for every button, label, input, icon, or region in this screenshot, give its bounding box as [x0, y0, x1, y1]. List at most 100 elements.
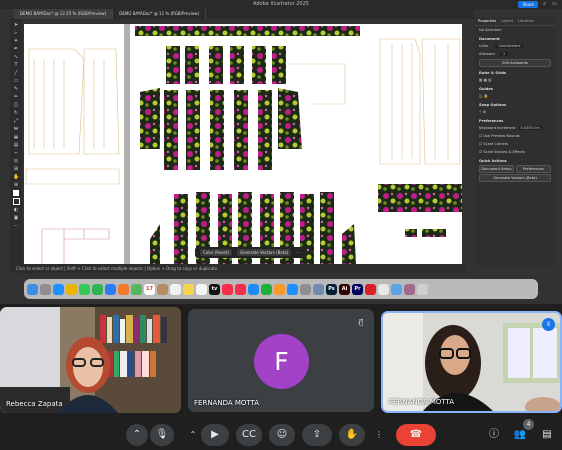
camera-button[interactable]: ▶: [201, 424, 229, 446]
tv-icon[interactable]: tv: [209, 283, 220, 295]
pen-tool-icon[interactable]: ✒: [13, 46, 19, 52]
preview-icon[interactable]: [313, 283, 324, 295]
more-options-vertical-icon[interactable]: ⋮: [372, 424, 386, 446]
participant-tile-3[interactable]: ⦀ FERNANDA MOTTA: [381, 311, 562, 413]
ruler-icon[interactable]: ▦: [479, 78, 482, 82]
eyedropper-tool-icon[interactable]: ⌁: [13, 150, 19, 156]
stroke-swatch-icon[interactable]: [12, 198, 20, 205]
notes-icon[interactable]: [183, 283, 194, 295]
settings-icon[interactable]: [300, 283, 311, 295]
generate-vectors-button[interactable]: Generate Vectors (Beta): [237, 249, 292, 256]
grid-icon[interactable]: ▩: [484, 78, 487, 82]
finder-icon[interactable]: [27, 283, 38, 295]
emoji-reaction-button[interactable]: ☺: [269, 424, 295, 446]
share-button[interactable]: Share: [518, 1, 538, 8]
pencil-tool-icon[interactable]: ✏: [13, 94, 19, 100]
premiere-icon[interactable]: Pr: [352, 283, 363, 295]
calendar-icon[interactable]: 17: [144, 283, 155, 295]
numbers-icon[interactable]: [261, 283, 272, 295]
news-icon[interactable]: [235, 283, 246, 295]
mail-icon[interactable]: [105, 283, 116, 295]
artboard-canvas[interactable]: [24, 24, 462, 264]
launchpad-icon[interactable]: [40, 283, 51, 295]
width-tool-icon[interactable]: ⋈: [13, 126, 19, 132]
edit-artboards-button[interactable]: Edit Artboards: [479, 59, 551, 67]
artboard-select[interactable]: 1: [499, 52, 509, 56]
line-tool-icon[interactable]: ╱: [13, 70, 19, 76]
chrome-icon[interactable]: [66, 283, 77, 295]
selection-tool-icon[interactable]: ➤: [13, 22, 19, 28]
audio-settings-chevron-icon[interactable]: ⌃: [186, 424, 200, 446]
tab-layers[interactable]: Layers: [501, 19, 513, 23]
keyboard-increment-input[interactable]: 0.0353 cm: [518, 126, 542, 130]
type-tool-icon[interactable]: T: [13, 62, 19, 68]
lock-guides-icon[interactable]: 🔒: [484, 94, 488, 98]
blend-tool-icon[interactable]: ◎: [13, 158, 19, 164]
freeform-icon[interactable]: [196, 283, 207, 295]
eraser-tool-icon[interactable]: ◫: [13, 102, 19, 108]
rotate-tool-icon[interactable]: ↻: [13, 110, 19, 116]
document-setup-button[interactable]: Document Setup: [479, 165, 514, 173]
image-thumb-icon[interactable]: [404, 283, 415, 295]
gradient-tool-icon[interactable]: ▤: [13, 142, 19, 148]
present-screen-button[interactable]: ⇪: [302, 424, 332, 446]
facetime-icon[interactable]: [92, 283, 103, 295]
snap-point-icon[interactable]: ⊹: [479, 110, 482, 114]
preferences-button[interactable]: Preferences: [516, 165, 551, 173]
tab-properties[interactable]: Properties: [478, 19, 496, 23]
pixel-grid-icon[interactable]: ▨: [488, 78, 491, 82]
doc-tab-1[interactable]: DEMO BAYADoc* @ 12.25 % (RGB/Preview): [14, 9, 114, 19]
scale-strokes-checkbox[interactable]: ☐ Scale Strokes & Effects: [475, 148, 555, 156]
app-store-icon[interactable]: [287, 283, 298, 295]
messages-icon[interactable]: [79, 283, 90, 295]
photos-icon[interactable]: [118, 283, 129, 295]
music-icon[interactable]: [222, 283, 233, 295]
magic-wand-icon[interactable]: ✦: [13, 38, 19, 44]
fill-swatch-icon[interactable]: [13, 190, 19, 196]
maps-icon[interactable]: [131, 283, 142, 295]
tab-libraries[interactable]: Libraries: [518, 19, 534, 23]
more-options-icon[interactable]: ⌃: [126, 424, 148, 446]
direct-selection-tool-icon[interactable]: ▹: [13, 30, 19, 36]
trash-icon[interactable]: [417, 283, 428, 295]
rectangle-tool-icon[interactable]: ▭: [13, 78, 19, 84]
zoom-tool-icon[interactable]: ⊕: [13, 182, 19, 188]
microphone-button[interactable]: 🎙: [150, 424, 174, 446]
participant-tile-2[interactable]: F 🎙̸ FERNANDA MOTTA: [188, 309, 374, 412]
meeting-details-icon[interactable]: ⓘ: [484, 425, 504, 445]
more-tools-icon[interactable]: ⋯: [13, 223, 19, 229]
draw-mode-icon[interactable]: ◐: [13, 207, 19, 213]
participant-tile-1[interactable]: Rebecca Zapata: [0, 307, 181, 413]
paintbrush-tool-icon[interactable]: ✎: [13, 86, 19, 92]
search-icon[interactable]: ⌕: [541, 1, 548, 8]
creative-cloud-icon[interactable]: [365, 283, 376, 295]
artboard-main[interactable]: [130, 24, 462, 264]
use-preview-bounds-checkbox[interactable]: ☐ Use Preview Bounds: [475, 132, 555, 140]
raise-hand-button[interactable]: ✋: [339, 424, 365, 446]
generate-vectors-panel-button[interactable]: Generate Vectors (Beta): [479, 174, 551, 182]
snap-grid-icon[interactable]: ⊞: [483, 110, 486, 114]
photoshop-icon[interactable]: Ps: [326, 283, 337, 295]
arrange-icon[interactable]: ▭: [551, 1, 558, 8]
illustrator-icon[interactable]: Ai: [339, 283, 350, 295]
more-options-icon[interactable]: ⋯: [296, 250, 300, 255]
scale-corners-checkbox[interactable]: ☐ Scale Corners: [475, 140, 555, 148]
units-select[interactable]: Centimeters: [495, 44, 524, 48]
curvature-tool-icon[interactable]: ∿: [13, 54, 19, 60]
contacts-icon[interactable]: [157, 283, 168, 295]
hand-tool-icon[interactable]: ✋: [13, 174, 19, 180]
end-call-button[interactable]: ☎: [396, 424, 436, 446]
chat-icon[interactable]: ▤: [537, 425, 557, 445]
keynote-icon[interactable]: [248, 283, 259, 295]
artboard-tool-icon[interactable]: ⊞: [13, 166, 19, 172]
captions-button[interactable]: CC: [236, 424, 262, 446]
color-reset-button[interactable]: Color (Reset): [200, 249, 233, 256]
downloads-icon[interactable]: [391, 283, 402, 295]
artboard-left[interactable]: [24, 24, 124, 264]
finder-folder-icon[interactable]: [378, 283, 389, 295]
shape-builder-icon[interactable]: ◒: [13, 134, 19, 140]
safari-icon[interactable]: [53, 283, 64, 295]
pages-icon[interactable]: [274, 283, 285, 295]
doc-tab-2[interactable]: DEMO BAYADoc* @ 11 % (RGB/Preview): [113, 9, 207, 19]
scale-tool-icon[interactable]: ⤢: [13, 118, 19, 124]
